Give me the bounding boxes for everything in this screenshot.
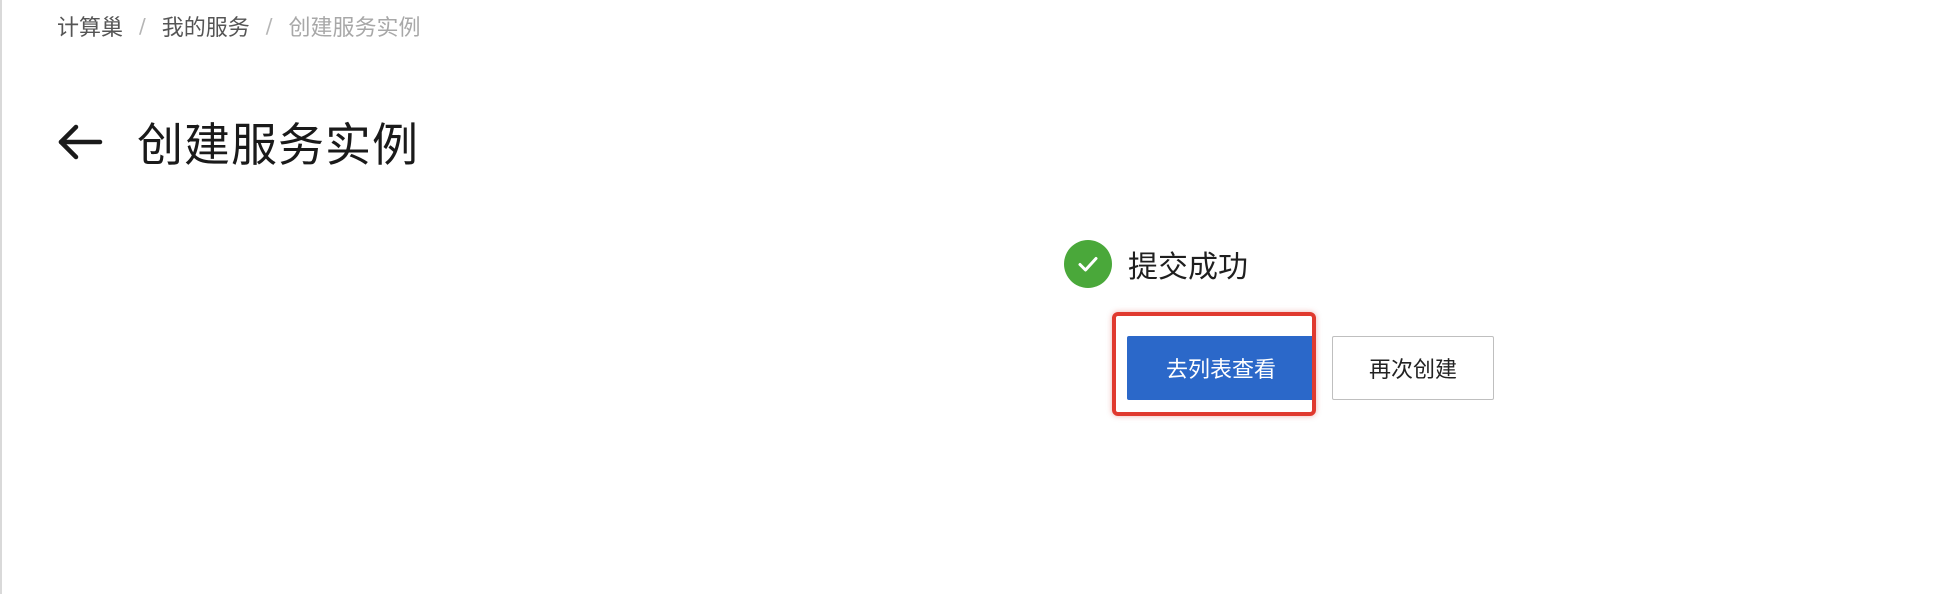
breadcrumb-item-my-services[interactable]: 我的服务 [162,10,250,42]
page-title: 创建服务实例 [137,117,419,172]
breadcrumb: 计算巢 / 我的服务 / 创建服务实例 [57,10,421,42]
breadcrumb-item-create-instance: 创建服务实例 [288,16,421,41]
page: 计算巢 / 我的服务 / 创建服务实例 创建服务实例 提交成功 去列表查看 再次… [0,0,1944,594]
page-header: 创建服务实例 [55,78,419,206]
create-again-button[interactable]: 再次创建 [1332,336,1494,400]
check-circle-icon [1064,240,1112,288]
breadcrumb-separator: / [139,14,146,38]
breadcrumb-separator: / [265,14,273,38]
view-list-button[interactable]: 去列表查看 [1127,336,1315,400]
status-text: 提交成功 [1128,250,1248,285]
result-status: 提交成功 [1064,240,1248,288]
breadcrumb-item-compute-nest[interactable]: 计算巢 [57,10,123,42]
arrow-left-icon[interactable] [55,120,105,164]
